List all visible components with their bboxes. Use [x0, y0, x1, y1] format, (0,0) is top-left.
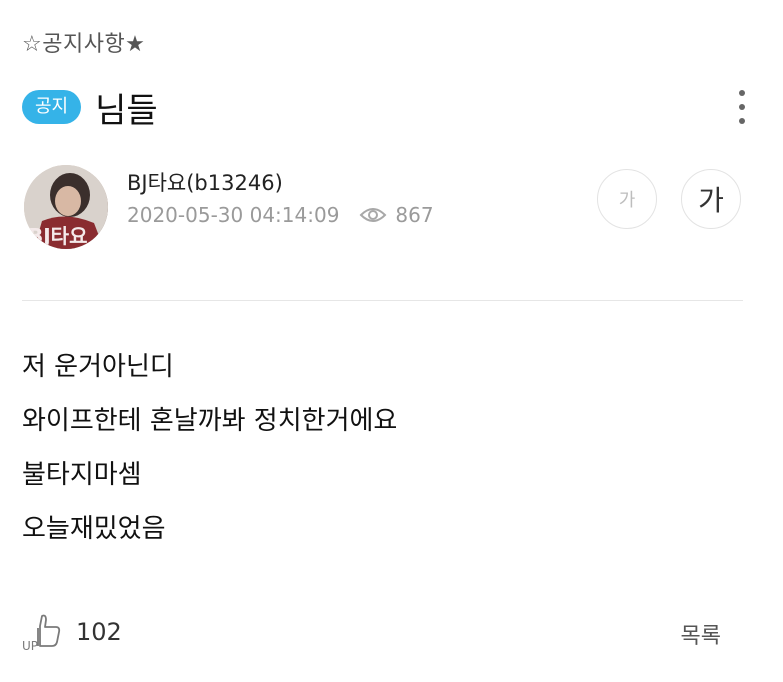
- thumbs-up-icon: UP: [22, 614, 61, 652]
- more-vertical-icon[interactable]: [737, 90, 747, 124]
- avatar-image: BJ타요: [24, 165, 108, 249]
- like-count: 102: [76, 618, 122, 646]
- eye-icon: [360, 208, 387, 222]
- post-title: 님들: [95, 90, 158, 131]
- avatar-logo-text: BJ타요: [28, 224, 88, 248]
- view-count: 867: [359, 203, 434, 227]
- like-button[interactable]: UP 102: [22, 612, 122, 652]
- svg-text:UP: UP: [22, 639, 38, 652]
- author-name[interactable]: BJ타요(b13246): [127, 167, 283, 197]
- post-body-line: 저 운거아닌디: [22, 352, 174, 382]
- avatar[interactable]: BJ타요: [24, 165, 108, 249]
- category-label[interactable]: ☆공지사항★: [22, 26, 145, 58]
- more-dot: [739, 90, 745, 96]
- divider: [22, 300, 743, 301]
- more-dot: [739, 104, 745, 110]
- post-body: 저 운거아닌디 와이프한테 혼날까봐 정치한거에요 불타지마셈 오늘재밌었음: [22, 340, 743, 556]
- post-meta: 2020-05-30 04:14:09 867: [127, 203, 434, 227]
- list-button[interactable]: 목록: [681, 618, 721, 650]
- author-info: BJ타요 BJ타요(b13246) 2020-05-30 04:14:09 86…: [24, 163, 743, 253]
- view-count-value: 867: [395, 203, 434, 227]
- post-body-line: 불타지마셈: [22, 460, 142, 490]
- font-size-decrease-button[interactable]: 가: [597, 169, 657, 229]
- post-date: 2020-05-30 04:14:09: [127, 203, 340, 227]
- more-dot: [739, 118, 745, 124]
- post-header: 공지 님들: [22, 84, 753, 131]
- font-size-increase-button[interactable]: 가: [681, 169, 741, 229]
- post-body-line: 와이프한테 혼날까봐 정치한거에요: [22, 406, 398, 436]
- post-body-line: 오늘재밌었음: [22, 514, 166, 544]
- notice-badge: 공지: [22, 90, 82, 124]
